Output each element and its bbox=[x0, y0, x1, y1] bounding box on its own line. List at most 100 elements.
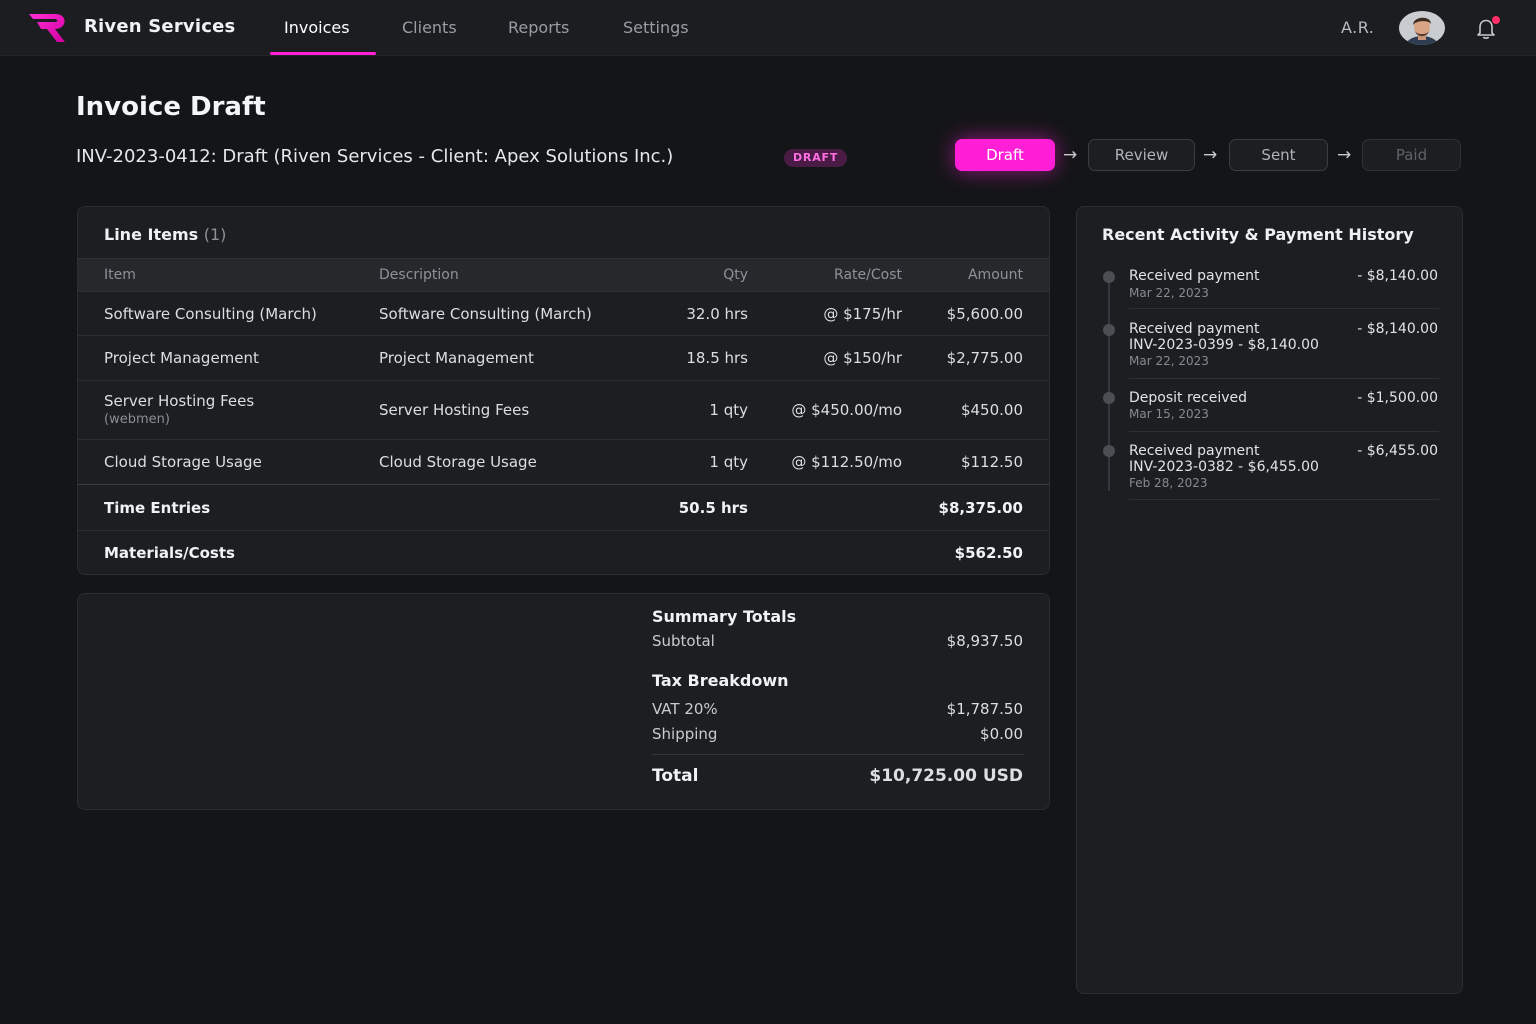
summary-panel: Summary Totals Subtotal $8,937.50 Tax Br… bbox=[77, 593, 1050, 810]
vat-value: $1,787.50 bbox=[946, 700, 1023, 718]
item-name: Software Consulting (March) bbox=[104, 305, 317, 323]
shipping-value: $0.00 bbox=[980, 725, 1023, 743]
time-entries-amount: $8,375.00 bbox=[938, 499, 1023, 517]
materials-amount: $562.50 bbox=[954, 544, 1023, 562]
subtotal-label: Subtotal bbox=[652, 632, 715, 650]
item-name: Cloud Storage Usage bbox=[104, 453, 262, 471]
item-qty: 1 qty bbox=[709, 453, 748, 471]
divider bbox=[652, 754, 1024, 755]
item-amount: $450.00 bbox=[960, 401, 1023, 419]
arrow-right-icon: → bbox=[1063, 145, 1078, 165]
step-paid[interactable]: Paid bbox=[1362, 139, 1461, 171]
column-header-amount[interactable]: Amount bbox=[898, 267, 1023, 283]
item-amount: $112.50 bbox=[960, 453, 1023, 471]
time-entries-row: Time Entries 50.5 hrs $8,375.00 bbox=[78, 486, 1049, 531]
table-row[interactable]: Cloud Storage Usage Cloud Storage Usage … bbox=[78, 441, 1049, 485]
table-row[interactable]: Project Management Project Management 18… bbox=[78, 337, 1049, 381]
activity-date: Mar 22, 2023 bbox=[1129, 286, 1209, 300]
notifications-bell-icon[interactable] bbox=[1472, 14, 1500, 42]
item-qty: 1 qty bbox=[709, 401, 748, 419]
activity-text: Received payment bbox=[1129, 443, 1260, 459]
step-sent[interactable]: Sent bbox=[1229, 139, 1328, 171]
step-review[interactable]: Review bbox=[1088, 139, 1195, 171]
item-qty: 18.5 hrs bbox=[686, 349, 748, 367]
activity-panel: Recent Activity & Payment History Receiv… bbox=[1076, 206, 1463, 994]
activity-reference[interactable]: INV-2023-0399 - $8,140.00 bbox=[1129, 337, 1319, 353]
total-value: $10,725.00 USD bbox=[869, 766, 1023, 786]
item-rate: @ $112.50/mo bbox=[791, 453, 902, 471]
user-initials[interactable]: A.R. bbox=[1341, 18, 1374, 37]
column-header-description[interactable]: Description bbox=[379, 267, 459, 283]
total-label: Total bbox=[652, 766, 699, 786]
riven-logo-icon[interactable] bbox=[28, 12, 68, 44]
activity-date: Mar 15, 2023 bbox=[1129, 407, 1209, 421]
item-amount: $2,775.00 bbox=[946, 349, 1023, 367]
item-name: Project Management bbox=[104, 349, 259, 367]
timeline-line bbox=[1108, 279, 1110, 491]
invoice-subtitle: INV-2023-0412: Draft (Riven Services - C… bbox=[76, 146, 674, 167]
time-entries-qty: 50.5 hrs bbox=[678, 499, 748, 517]
tax-breakdown-title: Tax Breakdown bbox=[652, 671, 789, 690]
arrow-right-icon: → bbox=[1203, 145, 1218, 165]
item-qty: 32.0 hrs bbox=[686, 305, 748, 323]
step-draft[interactable]: Draft bbox=[955, 139, 1055, 171]
item-name: Server Hosting Fees bbox=[104, 392, 255, 410]
table-header: Item Description Qty Rate/Cost Amount bbox=[78, 258, 1049, 292]
item-description: Server Hosting Fees bbox=[379, 401, 530, 419]
top-nav: Riven Services Invoices Clients Reports … bbox=[0, 0, 1536, 56]
timeline-dot bbox=[1103, 271, 1115, 283]
line-items-title-text: Line Items bbox=[104, 225, 199, 244]
table-row[interactable]: Software Consulting (March) Software Con… bbox=[78, 293, 1049, 336]
active-nav-indicator bbox=[270, 52, 376, 55]
materials-row: Materials/Costs $562.50 bbox=[78, 532, 1049, 574]
page-title: Invoice Draft bbox=[76, 92, 266, 122]
line-items-title: Line Items (1) bbox=[104, 225, 226, 244]
nav-settings[interactable]: Settings bbox=[623, 18, 689, 37]
nav-clients[interactable]: Clients bbox=[402, 18, 457, 37]
notification-dot bbox=[1492, 16, 1500, 24]
nav-reports[interactable]: Reports bbox=[508, 18, 569, 37]
activity-amount: - $8,140.00 bbox=[1357, 321, 1438, 337]
materials-label: Materials/Costs bbox=[104, 544, 235, 562]
item-rate: @ $450.00/mo bbox=[791, 401, 902, 419]
vat-label: VAT 20% bbox=[652, 700, 718, 718]
item-rate: @ $150/hr bbox=[823, 349, 902, 367]
line-items-count: (1) bbox=[203, 225, 227, 244]
shipping-label: Shipping bbox=[652, 725, 718, 743]
table-row[interactable]: Server Hosting Fees (webmen) Server Host… bbox=[78, 382, 1049, 440]
divider bbox=[1129, 499, 1439, 500]
subtotal-value: $8,937.50 bbox=[946, 632, 1023, 650]
divider bbox=[1129, 431, 1439, 432]
activity-amount: - $8,140.00 bbox=[1357, 268, 1438, 284]
summary-title: Summary Totals bbox=[652, 607, 797, 626]
activity-text: Received payment bbox=[1129, 268, 1260, 284]
item-description: Cloud Storage Usage bbox=[379, 453, 537, 471]
activity-date: Feb 28, 2023 bbox=[1129, 476, 1208, 490]
arrow-right-icon: → bbox=[1337, 145, 1352, 165]
avatar[interactable] bbox=[1399, 11, 1445, 45]
timeline-dot bbox=[1103, 445, 1115, 457]
activity-title: Recent Activity & Payment History bbox=[1102, 225, 1414, 244]
timeline-dot bbox=[1103, 392, 1115, 404]
activity-date: Mar 22, 2023 bbox=[1129, 354, 1209, 368]
activity-text: Deposit received bbox=[1129, 390, 1248, 406]
status-badge: DRAFT bbox=[784, 149, 848, 167]
activity-amount: - $1,500.00 bbox=[1357, 390, 1438, 406]
column-header-rate[interactable]: Rate/Cost bbox=[778, 267, 902, 283]
time-entries-label: Time Entries bbox=[104, 499, 211, 517]
item-amount: $5,600.00 bbox=[946, 305, 1023, 323]
activity-reference[interactable]: INV-2023-0382 - $6,455.00 bbox=[1129, 459, 1319, 475]
column-header-item[interactable]: Item bbox=[104, 267, 136, 283]
item-subname: (webmen) bbox=[104, 412, 170, 427]
brand-name[interactable]: Riven Services bbox=[84, 16, 235, 37]
divider bbox=[1129, 378, 1439, 379]
column-header-qty[interactable]: Qty bbox=[648, 267, 748, 283]
timeline-dot bbox=[1103, 324, 1115, 336]
activity-amount: - $6,455.00 bbox=[1357, 443, 1438, 459]
nav-invoices[interactable]: Invoices bbox=[284, 18, 350, 37]
item-description: Software Consulting (March) bbox=[379, 305, 592, 323]
item-description: Project Management bbox=[379, 349, 534, 367]
activity-text: Received payment bbox=[1129, 321, 1260, 337]
divider bbox=[1129, 308, 1439, 309]
item-rate: @ $175/hr bbox=[823, 305, 902, 323]
